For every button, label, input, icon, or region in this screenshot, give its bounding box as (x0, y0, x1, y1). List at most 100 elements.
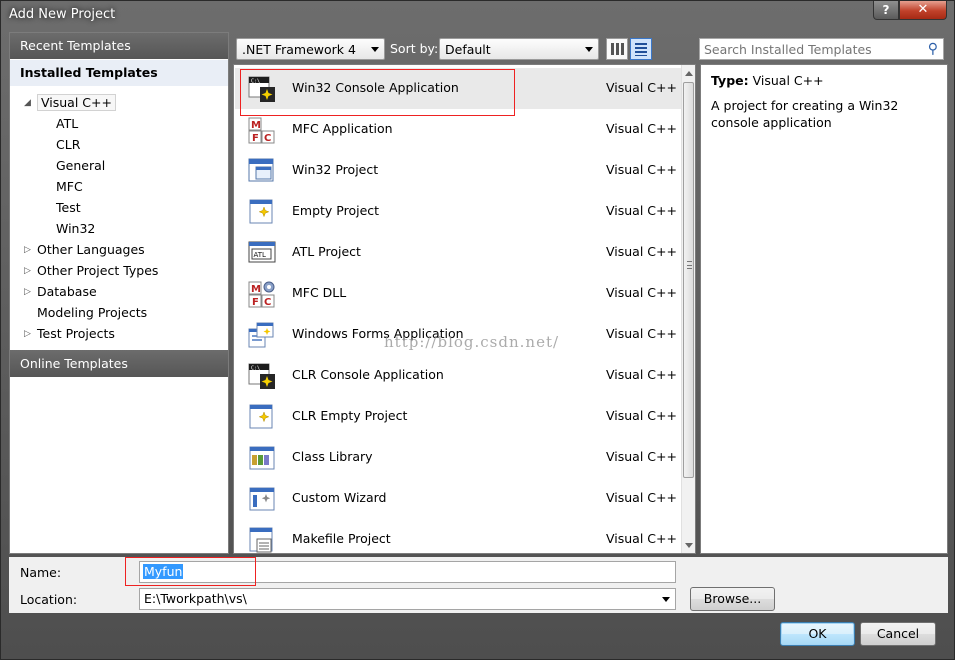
framework-dropdown[interactable]: .NET Framework 4 (236, 38, 385, 60)
forms-icon (248, 322, 274, 348)
svg-text:C:\: C:\ (251, 79, 260, 85)
tree-item-mfc[interactable]: MFC (56, 177, 83, 197)
tree-item-label: Database (37, 284, 97, 299)
online-templates-header[interactable]: Online Templates (10, 350, 228, 377)
tree-item-visual-cpp[interactable]: ◢ Visual C++ (24, 93, 116, 113)
scroll-down-icon[interactable] (685, 543, 693, 548)
template-language: Visual C++ (606, 367, 677, 382)
template-name: Custom Wizard (292, 490, 387, 505)
list-view-button[interactable] (630, 38, 652, 60)
svg-text:F: F (252, 133, 259, 144)
svg-text:M: M (251, 284, 261, 295)
template-language: Visual C++ (606, 326, 677, 341)
small-icons-view-button[interactable] (606, 38, 628, 60)
search-input[interactable] (704, 41, 914, 57)
template-name: ATL Project (292, 244, 361, 259)
empty-project-icon (249, 404, 273, 429)
tree-item-test[interactable]: Test (56, 198, 81, 218)
tree-item-clr[interactable]: CLR (56, 135, 80, 155)
mfc-icon: M F C (248, 117, 275, 144)
help-button[interactable]: ? (873, 1, 899, 20)
template-name: CLR Empty Project (292, 408, 408, 423)
template-name: Makefile Project (292, 531, 391, 546)
tree-item-win32[interactable]: Win32 (56, 219, 95, 239)
collapsed-arrow-icon[interactable]: ▷ (24, 240, 31, 260)
cancel-button[interactable]: Cancel (860, 622, 936, 646)
template-row-clr-console[interactable]: C:\ CLR Console Application Visual C++ (235, 355, 682, 396)
template-language: Visual C++ (606, 162, 677, 177)
name-field[interactable]: Myfun (139, 561, 676, 583)
template-name: MFC DLL (292, 285, 347, 300)
template-row-custom-wizard[interactable]: Custom Wizard Visual C++ (235, 478, 682, 519)
template-row-mfc-dll[interactable]: M F C MFC DLL Visual C++ (235, 273, 682, 314)
template-type: Type: Visual C++ (711, 73, 937, 88)
scroll-up-icon[interactable] (685, 71, 693, 76)
close-button[interactable]: ✕ (899, 1, 947, 20)
collapsed-arrow-icon[interactable]: ▷ (24, 261, 31, 281)
name-input[interactable]: Myfun (143, 564, 184, 579)
tree-item-test-projects[interactable]: ▷ Test Projects (24, 324, 115, 344)
template-name: Win32 Project (292, 162, 379, 177)
template-description: A project for creating a Win32 console a… (711, 98, 899, 130)
list-view-icon (635, 43, 647, 56)
svg-text:C: C (264, 133, 271, 144)
ok-button[interactable]: OK (780, 622, 855, 646)
window-icon (248, 158, 274, 182)
location-combobox[interactable]: E:\Tworkpath\vs\ (139, 588, 676, 610)
template-row-class-library[interactable]: Class Library Visual C++ (235, 437, 682, 478)
tree-item-modeling-projects[interactable]: Modeling Projects (37, 303, 147, 323)
svg-text:M: M (251, 120, 261, 131)
template-row-empty-project[interactable]: Empty Project Visual C++ (235, 191, 682, 232)
svg-text:C: C (264, 297, 271, 308)
console-app-icon: C:\ (248, 363, 275, 389)
template-language: Visual C++ (606, 244, 677, 259)
sortby-value: Default (445, 42, 491, 57)
template-name: Empty Project (292, 203, 380, 218)
template-row-win32-project[interactable]: Win32 Project Visual C++ (235, 150, 682, 191)
search-icon[interactable]: ⚲ (928, 41, 938, 57)
template-row-win32-console[interactable]: C:\ Win32 Console Application Visual C++ (235, 68, 682, 109)
tree-item-label: Other Languages (37, 242, 145, 257)
template-row-atl-project[interactable]: ATL ATL Project Visual C++ (235, 232, 682, 273)
template-row-mfc-application[interactable]: M F C MFC Application Visual C++ (235, 109, 682, 150)
svg-text:C:\: C:\ (251, 366, 260, 372)
class-library-icon (249, 446, 275, 470)
sortby-label: Sort by: (390, 41, 439, 56)
tree-item-label: Visual C++ (37, 94, 116, 111)
recent-templates-header[interactable]: Recent Templates (10, 33, 228, 59)
scrollbar-thumb[interactable] (683, 82, 694, 478)
template-list-scrollbar[interactable] (681, 65, 695, 553)
browse-button[interactable]: Browse... (690, 587, 775, 611)
search-box[interactable]: ⚲ (699, 38, 944, 60)
collapsed-arrow-icon[interactable]: ▷ (24, 282, 31, 302)
tree-item-other-project-types[interactable]: ▷ Other Project Types (24, 261, 159, 281)
template-row-makefile[interactable]: Makefile Project Visual C++ (235, 519, 682, 553)
mfc-dll-icon: M F C (248, 281, 275, 308)
tree-item-atl[interactable]: ATL (56, 114, 78, 134)
tree-item-other-languages[interactable]: ▷ Other Languages (24, 240, 145, 260)
grid-view-icon (611, 43, 624, 55)
location-input[interactable]: E:\Tworkpath\vs\ (144, 591, 247, 606)
expanded-arrow-icon[interactable]: ◢ (24, 93, 31, 113)
chevron-down-icon[interactable] (662, 597, 670, 602)
template-language: Visual C++ (606, 449, 677, 464)
template-row-clr-empty[interactable]: CLR Empty Project Visual C++ (235, 396, 682, 437)
tree-item-label: Other Project Types (37, 263, 159, 278)
empty-project-icon (249, 199, 273, 224)
makefile-icon (249, 527, 273, 553)
framework-value: .NET Framework 4 (242, 42, 356, 57)
tree-item-general[interactable]: General (56, 156, 105, 176)
sortby-dropdown[interactable]: Default (439, 38, 599, 60)
template-description-panel: Type: Visual C++ A project for creating … (700, 64, 948, 554)
tree-item-database[interactable]: ▷ Database (24, 282, 97, 302)
svg-text:F: F (252, 297, 259, 308)
name-label: Name: (20, 565, 62, 580)
tree-item-label: Test Projects (37, 326, 115, 341)
type-label: Type: (711, 73, 749, 88)
template-name: Class Library (292, 449, 373, 464)
chevron-down-icon (585, 47, 593, 52)
console-app-icon: C:\ (248, 76, 275, 102)
template-language: Visual C++ (606, 121, 677, 136)
installed-templates-header[interactable]: Installed Templates (10, 60, 228, 86)
collapsed-arrow-icon[interactable]: ▷ (24, 324, 31, 344)
